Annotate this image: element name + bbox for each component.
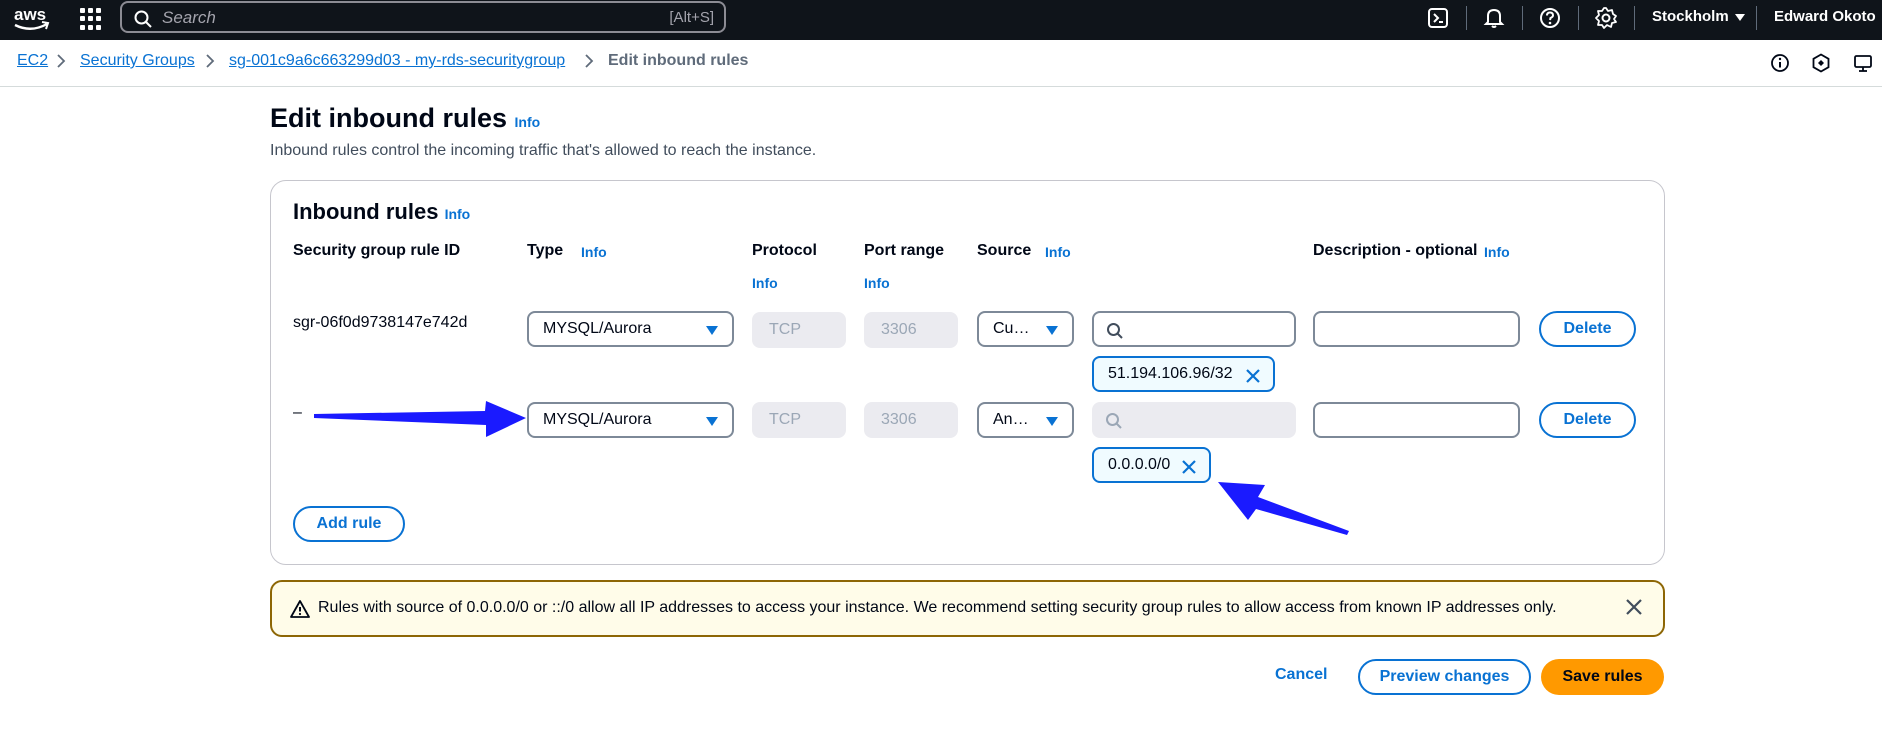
port-range-field: 3306: [864, 312, 958, 348]
page-info-link[interactable]: Info: [515, 114, 541, 130]
caret-down-icon: [1046, 417, 1058, 426]
source-select[interactable]: Cu…: [977, 311, 1074, 347]
protocol-field: TCP: [752, 402, 846, 438]
cidr-search-input[interactable]: [1092, 311, 1296, 347]
nav-divider: [1522, 6, 1523, 30]
warning-icon: [290, 600, 310, 618]
help-icon[interactable]: [1538, 6, 1562, 30]
port-range-field: 3306: [864, 402, 958, 438]
panel-info-link[interactable]: Info: [445, 206, 471, 222]
cloudshell-icon[interactable]: [1426, 6, 1450, 30]
aws-logo-icon[interactable]: aws: [12, 4, 50, 34]
caret-down-icon: [706, 326, 718, 335]
search-icon: [1107, 323, 1123, 339]
description-info-link[interactable]: Info: [1484, 244, 1510, 260]
svg-text:aws: aws: [14, 5, 46, 24]
cidr-token: 51.194.106.96/32: [1092, 356, 1275, 392]
column-header-protocol: Protocol: [752, 242, 817, 259]
close-icon[interactable]: [1181, 459, 1197, 475]
rule-id: sgr-06f0d9738147e742d: [293, 314, 468, 331]
page-title: Edit inbound rules Info: [270, 103, 541, 133]
protocol-field: TCP: [752, 312, 846, 348]
column-header-port-range: Port range: [864, 242, 945, 259]
info-icon[interactable]: [1770, 53, 1790, 73]
search-icon: [134, 10, 152, 28]
port-range-info-link[interactable]: Info: [864, 275, 890, 291]
close-icon[interactable]: [1245, 368, 1261, 384]
breadcrumb-current: Edit inbound rules: [608, 52, 749, 69]
source-select[interactable]: An…: [977, 402, 1074, 438]
breadcrumb-item-security-group[interactable]: sg-001c9a6c663299d03 - my-rds-securitygr…: [229, 52, 565, 70]
alert-message: Rules with source of 0.0.0.0/0 or ::/0 a…: [318, 599, 1557, 616]
global-search-input[interactable]: Search [Alt+S]: [120, 1, 726, 33]
column-header-rule-id: Security group rule ID: [293, 242, 461, 259]
region-selector[interactable]: Stockholm: [1652, 8, 1745, 25]
apps-grid-icon[interactable]: [80, 8, 102, 30]
bell-icon[interactable]: [1482, 6, 1506, 30]
user-menu[interactable]: Edward Okoto: [1774, 8, 1882, 25]
search-shortcut: [Alt+S]: [669, 9, 714, 26]
delete-rule-button[interactable]: Delete: [1539, 402, 1636, 438]
description-input[interactable]: [1313, 311, 1520, 347]
inbound-rules-panel: [270, 180, 1665, 565]
chevron-right-icon: [206, 54, 215, 68]
page-description: Inbound rules control the incoming traff…: [270, 142, 817, 159]
description-input[interactable]: [1313, 402, 1520, 438]
top-navigation: aws Search [Alt+S] Stockholm Edward Okot…: [0, 0, 1882, 40]
caret-down-icon: [706, 417, 718, 426]
save-rules-button[interactable]: Save rules: [1541, 659, 1664, 695]
preview-changes-button[interactable]: Preview changes: [1358, 659, 1531, 695]
add-rule-button[interactable]: Add rule: [293, 506, 405, 542]
panel-title: Inbound rules Info: [293, 199, 471, 224]
chevron-right-icon: [57, 54, 66, 68]
caret-down-icon: [1046, 326, 1058, 335]
gear-icon[interactable]: [1594, 6, 1618, 30]
cancel-button[interactable]: Cancel: [1275, 666, 1327, 684]
nav-divider: [1578, 6, 1579, 30]
type-select[interactable]: MYSQL/Aurora: [527, 402, 734, 438]
delete-rule-button[interactable]: Delete: [1539, 311, 1636, 347]
search-icon: [1106, 413, 1122, 429]
feedback-icon[interactable]: [1853, 53, 1873, 73]
search-placeholder: Search: [162, 8, 216, 27]
annotation-arrow-icon: [1218, 482, 1349, 535]
column-header-description: Description - optional: [1313, 242, 1478, 259]
annotation-arrow-icon: [314, 401, 526, 437]
nav-divider: [1756, 6, 1757, 30]
cidr-search-input: [1092, 402, 1296, 438]
source-info-link[interactable]: Info: [1045, 244, 1071, 260]
notifications-hexagon-icon[interactable]: [1811, 53, 1831, 73]
caret-down-icon: [1734, 13, 1745, 21]
nav-divider: [1634, 6, 1635, 30]
type-select[interactable]: MYSQL/Aurora: [527, 311, 734, 347]
breadcrumb-item-ec2[interactable]: EC2: [17, 52, 48, 70]
close-icon[interactable]: [1625, 598, 1643, 616]
breadcrumb-item-security-groups[interactable]: Security Groups: [80, 52, 195, 70]
column-header-source: Source: [977, 242, 1032, 259]
type-info-link[interactable]: Info: [581, 244, 607, 260]
chevron-right-icon: [585, 54, 594, 68]
nav-divider: [1466, 6, 1467, 30]
protocol-info-link[interactable]: Info: [752, 275, 778, 291]
column-header-type: Type: [527, 242, 564, 259]
warning-alert: Rules with source of 0.0.0.0/0 or ::/0 a…: [270, 580, 1665, 637]
cidr-token: 0.0.0.0/0: [1092, 447, 1211, 483]
